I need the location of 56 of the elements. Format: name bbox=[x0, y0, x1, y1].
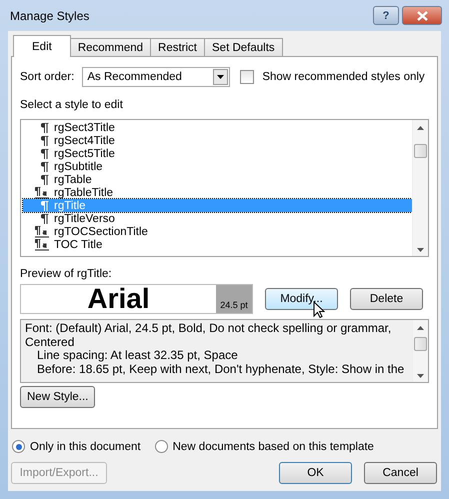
style-list-item[interactable]: rgSect3Title bbox=[23, 121, 412, 134]
new-style-button[interactable]: New Style... bbox=[20, 386, 95, 408]
scrollbar-thumb[interactable] bbox=[414, 144, 427, 158]
tab[interactable]: Restrict bbox=[150, 38, 206, 57]
paragraph-style-icon bbox=[41, 148, 49, 159]
modify-button[interactable]: Modify... bbox=[265, 288, 338, 310]
radio-label: New documents based on this template bbox=[172, 440, 374, 452]
dialog-button[interactable]: Cancel bbox=[364, 462, 437, 484]
close-button[interactable] bbox=[402, 6, 442, 25]
scroll-down-icon[interactable] bbox=[417, 374, 424, 378]
style-list-item[interactable]: rgTOCSectionTitle bbox=[23, 225, 412, 238]
sort-order-dropdown[interactable]: As Recommended bbox=[82, 67, 230, 87]
style-list-item[interactable]: rgTable bbox=[23, 173, 412, 186]
radio-label: Only in this document bbox=[30, 440, 141, 452]
scrollbar[interactable] bbox=[412, 320, 428, 382]
paragraph-style-icon bbox=[41, 135, 49, 146]
window-title: Manage Styles bbox=[10, 8, 90, 22]
description-line: Line spacing: At least 32.35 pt, Space bbox=[36, 349, 239, 362]
checkbox[interactable] bbox=[240, 70, 254, 84]
description-line: Before: 18.65 pt, Keep with next, Don't hyphenate, Style: Show in the bbox=[36, 362, 406, 376]
description-line: Centered bbox=[25, 336, 76, 349]
scrollbar[interactable] bbox=[412, 120, 428, 256]
scroll-up-icon[interactable] bbox=[417, 126, 424, 130]
preview-sample: Arial bbox=[86, 285, 151, 313]
description-line: Font: (Default) Arial, 24.5 pt, Bold, Do not check spelling or grammar, bbox=[25, 322, 392, 336]
list-label: Select a style to edit bbox=[20, 99, 124, 111]
radio-button[interactable] bbox=[154, 440, 168, 453]
delete-button[interactable]: Delete bbox=[350, 288, 423, 310]
style-list-item[interactable]: rgTableTitle bbox=[23, 186, 412, 199]
style-list-item[interactable]: rgSubtitle bbox=[23, 160, 412, 173]
style-list-item[interactable]: rgTitleVerso bbox=[23, 212, 412, 225]
close-icon bbox=[416, 10, 428, 20]
linked-style-icon bbox=[35, 238, 49, 250]
checkbox-label: Show recommended styles only bbox=[262, 71, 425, 83]
scrollbar-thumb[interactable] bbox=[414, 337, 427, 351]
linked-style-icon bbox=[35, 226, 49, 238]
paragraph-style-icon bbox=[41, 213, 49, 224]
style-list-item[interactable]: rgSect4Title bbox=[23, 134, 412, 147]
tab[interactable]: Recommend bbox=[70, 38, 152, 57]
scroll-down-icon[interactable] bbox=[417, 248, 424, 252]
style-list-item[interactable]: TOC Title bbox=[23, 238, 412, 251]
dialog-button[interactable]: OK bbox=[279, 462, 352, 484]
tab[interactable]: Edit bbox=[13, 35, 71, 57]
paragraph-style-icon bbox=[41, 200, 49, 211]
style-list-item[interactable]: rgSect5Title bbox=[23, 147, 412, 160]
linked-style-icon bbox=[35, 186, 49, 198]
preview-label: Preview of rgTitle: bbox=[20, 268, 113, 280]
tab[interactable]: Set Defaults bbox=[204, 38, 283, 57]
radio-button[interactable] bbox=[12, 440, 25, 453]
paragraph-style-icon bbox=[41, 174, 49, 185]
help-button[interactable]: ? bbox=[373, 6, 399, 25]
scroll-up-icon[interactable] bbox=[417, 326, 424, 330]
preview-size: 24.5 pt bbox=[216, 285, 252, 313]
paragraph-style-icon bbox=[41, 161, 49, 172]
field-label: Sort order: bbox=[20, 71, 74, 83]
paragraph-style-icon bbox=[41, 122, 49, 133]
